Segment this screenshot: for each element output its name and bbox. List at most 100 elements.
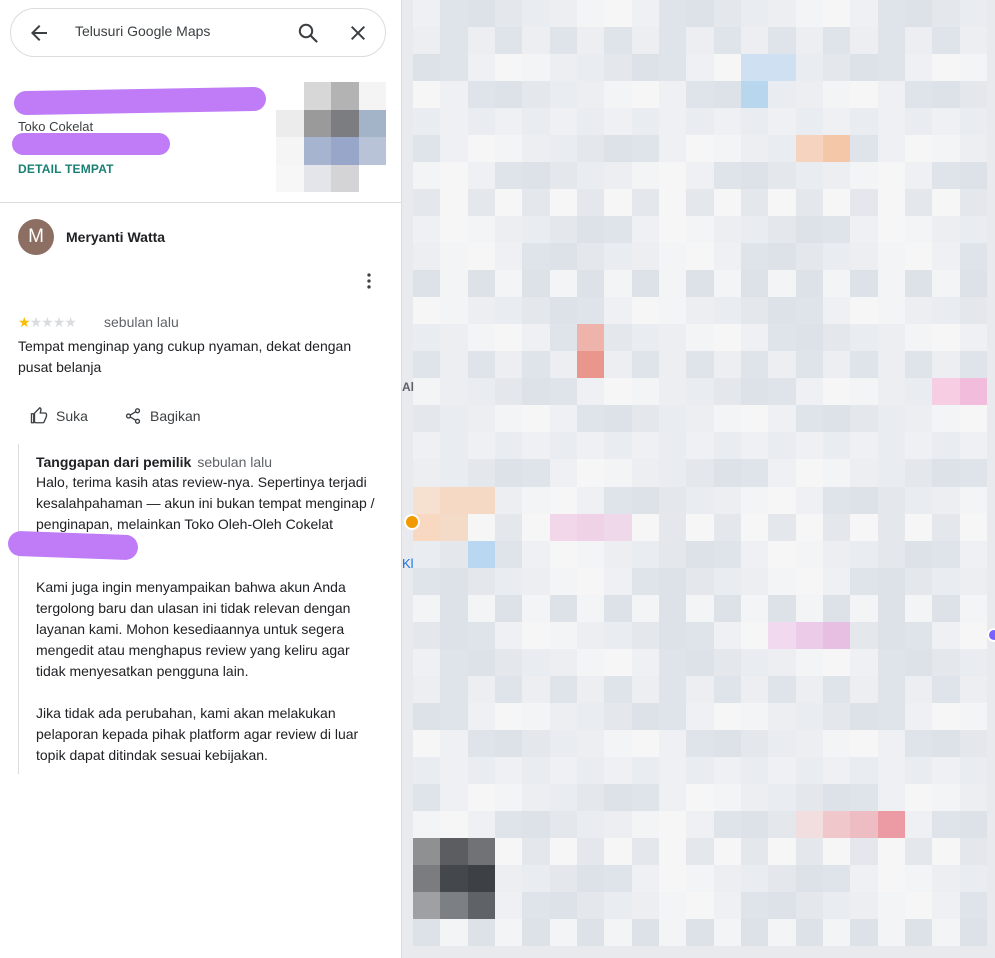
map-tile — [549, 567, 577, 595]
map-tile — [741, 108, 769, 136]
map-pin-icon[interactable] — [987, 628, 995, 642]
map-tile — [577, 297, 605, 325]
map-tile — [467, 108, 495, 136]
map-tile — [549, 432, 577, 460]
map-tile — [768, 648, 796, 676]
map-tile — [823, 54, 851, 82]
map-tile — [604, 621, 632, 649]
owner-response-header: Tanggapan dari pemilik sebulan lalu — [36, 454, 272, 470]
map-tile — [686, 216, 714, 244]
avatar[interactable]: M — [18, 219, 54, 255]
map-tile — [631, 216, 659, 244]
close-icon[interactable] — [346, 21, 370, 45]
thumbnail-pixel — [303, 137, 331, 165]
map-tile — [413, 162, 441, 190]
map-tile — [795, 459, 823, 487]
map-tile — [467, 27, 495, 55]
map-pin-icon[interactable] — [404, 514, 420, 530]
map-tile — [823, 729, 851, 757]
reviewer-name[interactable]: Meryanti Watta — [66, 229, 165, 245]
map-tile — [440, 540, 468, 568]
share-button[interactable]: Bagikan — [124, 405, 201, 427]
map-tile — [686, 378, 714, 406]
map-tile — [795, 621, 823, 649]
map-tile — [959, 351, 987, 379]
map-tile — [659, 702, 687, 730]
map-tile — [905, 459, 933, 487]
search-input[interactable] — [75, 23, 285, 39]
map-tile — [604, 810, 632, 838]
map-tile — [823, 513, 851, 541]
map-tile — [768, 567, 796, 595]
search-icon[interactable] — [296, 21, 320, 45]
map-tile — [850, 216, 878, 244]
map-tile — [795, 162, 823, 190]
map-tile — [686, 270, 714, 298]
map-tile — [905, 0, 933, 28]
map-tile — [741, 162, 769, 190]
map-tile — [686, 837, 714, 865]
star-rating: ★★★★★ — [18, 314, 77, 331]
map-tile — [932, 432, 960, 460]
map-tile — [768, 0, 796, 28]
map-tile — [467, 675, 495, 703]
map-tile — [823, 648, 851, 676]
map-tile — [495, 432, 523, 460]
map-tile — [905, 81, 933, 109]
owner-response-paragraph: Kami juga ingin menyampaikan bahwa akun … — [36, 579, 351, 679]
map-tile — [467, 810, 495, 838]
map-tile — [932, 594, 960, 622]
map-tile — [495, 486, 523, 514]
map-tile — [905, 513, 933, 541]
map-tile — [577, 405, 605, 433]
map-tile — [631, 486, 659, 514]
map-tile — [713, 297, 741, 325]
place-thumbnail[interactable] — [276, 82, 386, 192]
search-box[interactable] — [10, 8, 386, 57]
map-tile — [686, 297, 714, 325]
map-tile — [686, 405, 714, 433]
map-tile — [467, 702, 495, 730]
map-canvas[interactable]: Al Kl — [402, 0, 995, 958]
map-tile — [659, 108, 687, 136]
map-tile — [823, 891, 851, 919]
map-tile — [768, 378, 796, 406]
map-tile — [850, 810, 878, 838]
back-arrow-icon[interactable] — [27, 21, 51, 45]
map-tile — [713, 675, 741, 703]
map-tile — [549, 81, 577, 109]
like-button[interactable]: Suka — [30, 405, 88, 427]
owner-response-paragraph: Jika tidak ada perubahan, kami akan mela… — [36, 705, 359, 763]
map-tile — [522, 54, 550, 82]
map-tile — [659, 432, 687, 460]
star-empty-icon: ★ — [64, 314, 77, 330]
map-tile — [604, 756, 632, 784]
map-tile — [850, 783, 878, 811]
map-tile — [795, 675, 823, 703]
map-tile — [823, 243, 851, 271]
map-tile — [877, 486, 905, 514]
map-tile — [577, 459, 605, 487]
more-options-icon[interactable] — [358, 270, 380, 292]
thumbnail-pixel — [331, 109, 359, 137]
map-tile — [795, 918, 823, 946]
thumbnail-pixel — [276, 109, 304, 137]
map-tile — [795, 135, 823, 163]
map-tile — [932, 81, 960, 109]
map-tile — [795, 567, 823, 595]
map-tile — [905, 216, 933, 244]
map-tile — [741, 621, 769, 649]
map-tile — [686, 459, 714, 487]
place-detail-link[interactable]: DETAIL TEMPAT — [18, 162, 114, 176]
map-tile — [768, 351, 796, 379]
map-tile — [850, 729, 878, 757]
map-tile — [741, 540, 769, 568]
map-tile — [850, 405, 878, 433]
map-tile — [522, 567, 550, 595]
map-tile — [604, 702, 632, 730]
map-tile — [549, 864, 577, 892]
map-tile — [959, 810, 987, 838]
map-tile — [877, 243, 905, 271]
map-tile — [741, 27, 769, 55]
map-tile — [413, 891, 441, 919]
